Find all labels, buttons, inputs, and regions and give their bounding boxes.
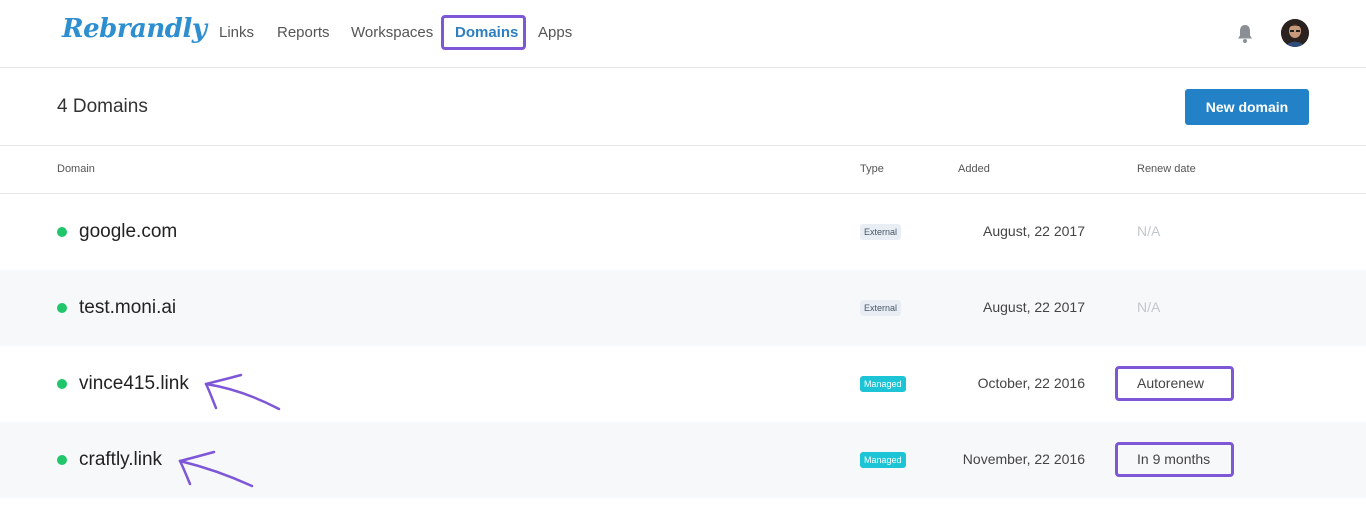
type-badge: External [860,300,902,316]
rebrandly-logo[interactable]: Rebrandly [62,14,207,44]
type-badge: Managed [860,376,906,392]
domain-name[interactable]: craftly.link [79,449,162,471]
status-dot [57,303,67,313]
new-domain-button[interactable]: New domain [1185,89,1309,125]
added-date: August, 22 2017 [983,299,1085,315]
annotation-highlight-domains [441,15,526,50]
column-header-renew-date[interactable]: Renew date [1137,163,1196,175]
added-date: August, 22 2017 [983,223,1085,239]
domain-name[interactable]: vince415.link [79,373,189,395]
nav-reports[interactable]: Reports [277,24,330,42]
nav-links[interactable]: Links [219,24,254,42]
table-row[interactable]: vince415.link Managed October, 22 2016 A… [0,346,1366,422]
status-dot [57,379,67,389]
added-date: October, 22 2016 [977,375,1085,391]
renew-date: N/A [1137,299,1161,315]
status-dot [57,227,67,237]
table-row[interactable]: test.moni.ai External August, 22 2017 N/… [0,270,1366,346]
table-row[interactable]: craftly.link Managed November, 22 2016 I… [0,422,1366,498]
domain-name[interactable]: google.com [79,221,177,243]
type-badge: Managed [860,452,906,468]
nav-apps[interactable]: Apps [538,24,572,42]
nav-workspaces[interactable]: Workspaces [351,24,433,42]
page-title: 4 Domains [57,96,148,117]
column-header-domain[interactable]: Domain [57,163,95,175]
domain-name[interactable]: test.moni.ai [79,297,176,319]
page-header: 4 Domains New domain [0,69,1366,146]
type-badge: External [860,224,902,240]
renew-date: N/A [1137,223,1161,239]
added-date: November, 22 2016 [962,451,1085,467]
table-row[interactable]: google.com External August, 22 2017 N/A [0,194,1366,270]
column-header-type[interactable]: Type [860,163,884,175]
renew-date: In 9 months [1137,451,1211,467]
status-dot [57,455,67,465]
bell-icon[interactable] [1236,24,1254,44]
renew-date: Autorenew [1137,375,1204,391]
column-header-added[interactable]: Added [958,163,990,175]
avatar[interactable] [1281,19,1309,47]
top-navigation-bar: Rebrandly Links Reports Workspaces Domai… [0,0,1366,68]
